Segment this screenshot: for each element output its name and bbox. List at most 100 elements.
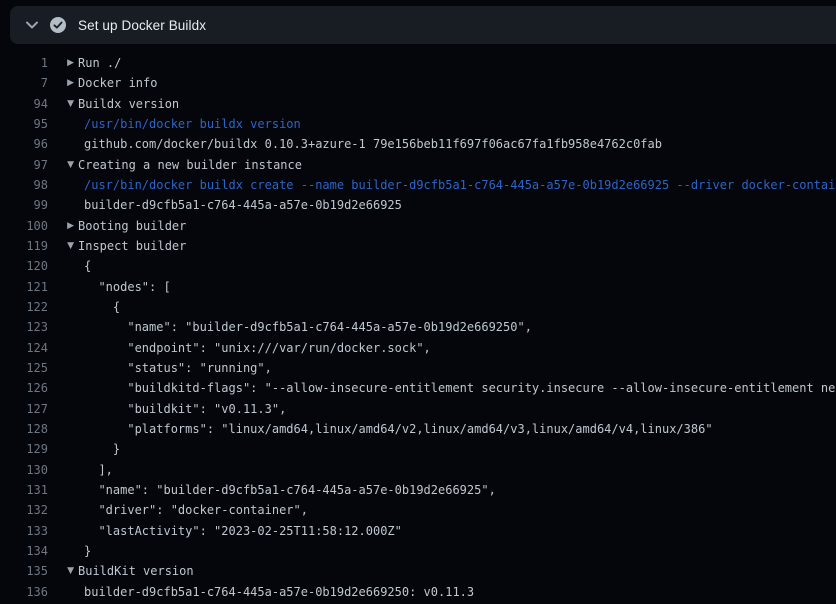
group-toggle-icon <box>48 521 78 541</box>
step-header[interactable]: Set up Docker Buildx <box>10 6 836 44</box>
line-number[interactable]: 7 <box>0 73 48 93</box>
line-number[interactable]: 99 <box>0 195 48 215</box>
log-line: 131 "name": "builder-d9cfb5a1-c764-445a-… <box>0 480 836 500</box>
line-number[interactable]: 128 <box>0 419 48 439</box>
line-number[interactable]: 136 <box>0 582 48 602</box>
check-circle-icon <box>50 17 66 33</box>
log-text: builder-d9cfb5a1-c764-445a-a57e-0b19d2e6… <box>78 195 836 215</box>
log-text: "endpoint": "unix:///var/run/docker.sock… <box>78 338 836 358</box>
line-number[interactable]: 130 <box>0 460 48 480</box>
line-number[interactable]: 96 <box>0 134 48 154</box>
log-line[interactable]: 7 ▶ Docker info <box>0 73 836 93</box>
group-toggle-icon <box>48 338 78 358</box>
log-line: 126 "buildkitd-flags": "--allow-insecure… <box>0 378 836 398</box>
log-line: 96 github.com/docker/buildx 0.10.3+azure… <box>0 134 836 154</box>
line-number[interactable]: 94 <box>0 94 48 114</box>
line-number[interactable]: 125 <box>0 358 48 378</box>
line-number[interactable]: 133 <box>0 521 48 541</box>
log-lines: 1 ▶ Run ./ 7 ▶ Docker info 94 ▼ Buildx v… <box>0 53 836 602</box>
triangle-down-icon[interactable]: ▼ <box>48 236 78 256</box>
log-text: "nodes": [ <box>78 277 836 297</box>
line-number[interactable]: 119 <box>0 236 48 256</box>
group-toggle-icon <box>48 297 78 317</box>
log-text: } <box>78 439 836 459</box>
log-text: builder-d9cfb5a1-c764-445a-a57e-0b19d2e6… <box>78 582 836 602</box>
log-text: BuildKit version <box>78 561 836 581</box>
log-text: Creating a new builder instance <box>78 155 836 175</box>
line-number[interactable]: 120 <box>0 256 48 276</box>
log-text: "driver": "docker-container", <box>78 500 836 520</box>
group-toggle-icon <box>48 541 78 561</box>
triangle-right-icon[interactable]: ▶ <box>48 53 78 73</box>
log-line[interactable]: 135 ▼ BuildKit version <box>0 561 836 581</box>
log-line[interactable]: 119 ▼ Inspect builder <box>0 236 836 256</box>
log-line[interactable]: 97 ▼ Creating a new builder instance <box>0 155 836 175</box>
log-line: 134 } <box>0 541 836 561</box>
triangle-down-icon[interactable]: ▼ <box>48 155 78 175</box>
log-text: Docker info <box>78 73 836 93</box>
line-number[interactable]: 131 <box>0 480 48 500</box>
group-toggle-icon <box>48 134 78 154</box>
group-toggle-icon <box>48 175 78 195</box>
line-number[interactable]: 134 <box>0 541 48 561</box>
log-text: /usr/bin/docker buildx create --name bui… <box>78 175 836 195</box>
log-text: { <box>78 256 836 276</box>
group-toggle-icon <box>48 114 78 134</box>
log-text: github.com/docker/buildx 0.10.3+azure-1 … <box>78 134 836 154</box>
line-number[interactable]: 100 <box>0 216 48 236</box>
log-text: Booting builder <box>78 216 836 236</box>
chevron-down-icon[interactable] <box>26 21 38 29</box>
log-text: Buildx version <box>78 94 836 114</box>
group-toggle-icon <box>48 480 78 500</box>
line-number[interactable]: 97 <box>0 155 48 175</box>
triangle-right-icon[interactable]: ▶ <box>48 73 78 93</box>
line-number[interactable]: 132 <box>0 500 48 520</box>
group-toggle-icon <box>48 358 78 378</box>
line-number[interactable]: 127 <box>0 399 48 419</box>
log-line: 98 /usr/bin/docker buildx create --name … <box>0 175 836 195</box>
triangle-down-icon[interactable]: ▼ <box>48 94 78 114</box>
log-line[interactable]: 94 ▼ Buildx version <box>0 94 836 114</box>
log-line: 99 builder-d9cfb5a1-c764-445a-a57e-0b19d… <box>0 195 836 215</box>
log-line[interactable]: 100 ▶ Booting builder <box>0 216 836 236</box>
group-toggle-icon <box>48 195 78 215</box>
line-number[interactable]: 129 <box>0 439 48 459</box>
group-toggle-icon <box>48 256 78 276</box>
log-line: 128 "platforms": "linux/amd64,linux/amd6… <box>0 419 836 439</box>
log-text: "buildkit": "v0.11.3", <box>78 399 836 419</box>
log-line: 129 } <box>0 439 836 459</box>
log-line: 136 builder-d9cfb5a1-c764-445a-a57e-0b19… <box>0 582 836 602</box>
log-line: 130 ], <box>0 460 836 480</box>
group-toggle-icon <box>48 317 78 337</box>
log-text: "name": "builder-d9cfb5a1-c764-445a-a57e… <box>78 317 836 337</box>
log-text: Run ./ <box>78 53 836 73</box>
line-number[interactable]: 135 <box>0 561 48 581</box>
line-number[interactable]: 124 <box>0 338 48 358</box>
log-text: "lastActivity": "2023-02-25T11:58:12.000… <box>78 521 836 541</box>
group-toggle-icon <box>48 419 78 439</box>
log-line: 125 "status": "running", <box>0 358 836 378</box>
log-line: 95 /usr/bin/docker buildx version <box>0 114 836 134</box>
group-toggle-icon <box>48 439 78 459</box>
log-line: 132 "driver": "docker-container", <box>0 500 836 520</box>
log-line[interactable]: 1 ▶ Run ./ <box>0 53 836 73</box>
log-text: "name": "builder-d9cfb5a1-c764-445a-a57e… <box>78 480 836 500</box>
line-number[interactable]: 95 <box>0 114 48 134</box>
group-toggle-icon <box>48 277 78 297</box>
line-number[interactable]: 98 <box>0 175 48 195</box>
line-number[interactable]: 1 <box>0 53 48 73</box>
group-toggle-icon <box>48 399 78 419</box>
line-number[interactable]: 122 <box>0 297 48 317</box>
log-text: ], <box>78 460 836 480</box>
log-line: 120 { <box>0 256 836 276</box>
log-text: } <box>78 541 836 561</box>
log-line: 121 "nodes": [ <box>0 277 836 297</box>
log-text: "status": "running", <box>78 358 836 378</box>
triangle-down-icon[interactable]: ▼ <box>48 561 78 581</box>
line-number[interactable]: 123 <box>0 317 48 337</box>
triangle-right-icon[interactable]: ▶ <box>48 216 78 236</box>
log-text: /usr/bin/docker buildx version <box>78 114 836 134</box>
line-number[interactable]: 121 <box>0 277 48 297</box>
group-toggle-icon <box>48 460 78 480</box>
line-number[interactable]: 126 <box>0 378 48 398</box>
